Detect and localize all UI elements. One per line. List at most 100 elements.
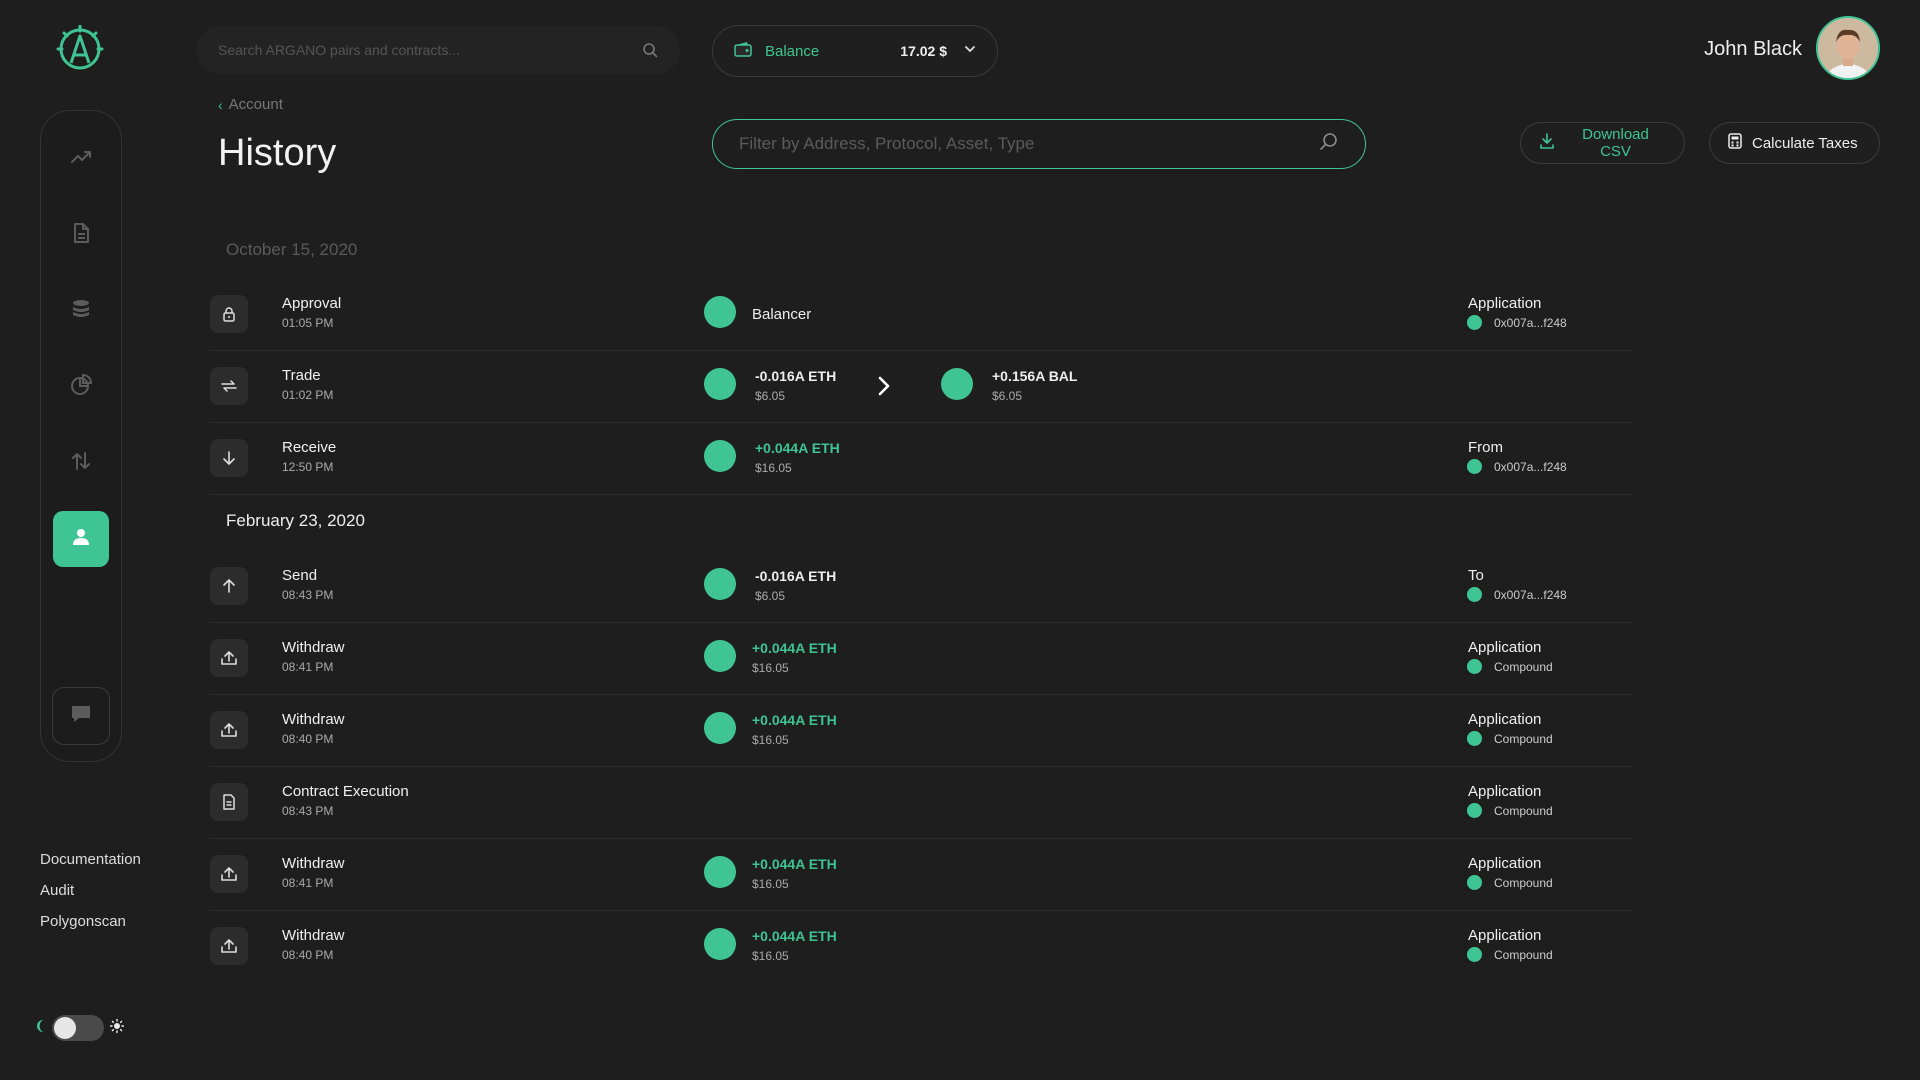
tx-time: 12:50 PM [282, 460, 334, 474]
history-filter [712, 119, 1366, 169]
upload-icon [210, 855, 248, 893]
breadcrumb[interactable]: ‹ Account [218, 96, 283, 113]
token-logo [704, 368, 736, 400]
history-row[interactable]: Contract Execution 08:43 PM Application … [210, 767, 1632, 839]
counterparty-dot [1467, 459, 1482, 474]
tx-type: Withdraw [282, 711, 345, 728]
tx-type: Withdraw [282, 639, 345, 656]
calculate-taxes-button[interactable]: Calculate Taxes [1709, 122, 1880, 164]
upload-icon [210, 711, 248, 749]
history-row[interactable]: Withdraw 08:40 PM +0.044A ETH $16.05 App… [210, 911, 1632, 983]
counterparty-value[interactable]: Compound [1467, 803, 1553, 818]
counterparty-name: Compound [1494, 731, 1553, 746]
counterparty-address: 0x007a...f248 [1494, 587, 1567, 602]
link-documentation[interactable]: Documentation [40, 850, 141, 869]
date-header: October 15, 2020 [226, 240, 358, 259]
upload-icon [210, 639, 248, 677]
amount: +0.044A ETH [752, 928, 837, 944]
search-icon[interactable] [642, 42, 658, 58]
token-logo [704, 856, 736, 888]
amount: +0.044A ETH [752, 856, 837, 872]
counterparty-name: Compound [1494, 659, 1553, 674]
history-row[interactable]: Approval 01:05 PM Balancer Application 0… [210, 279, 1632, 351]
counterparty-value[interactable]: 0x007a...f248 [1467, 459, 1567, 474]
counterparty-label: To [1468, 567, 1484, 584]
theme-switch[interactable] [52, 1015, 104, 1041]
history-row[interactable]: Send 08:43 PM -0.016A ETH $6.05 To 0x007… [210, 551, 1632, 623]
counterparty-dot [1467, 875, 1482, 890]
counterparty-value[interactable]: 0x007a...f248 [1467, 315, 1567, 330]
counterparty-address: 0x007a...f248 [1494, 315, 1567, 330]
counterparty-label: Application [1468, 711, 1542, 728]
link-audit[interactable]: Audit [40, 881, 141, 900]
counterparty-label: Application [1468, 927, 1542, 944]
amount: +0.044A ETH [752, 712, 837, 728]
calculator-icon [1728, 133, 1742, 153]
counterparty-name: Compound [1494, 875, 1553, 890]
search-icon[interactable] [1319, 132, 1339, 157]
nav-item-portfolio[interactable] [53, 359, 109, 415]
chat-button[interactable] [52, 687, 110, 745]
user-avatar[interactable] [1816, 16, 1880, 80]
from-usd: $6.05 [755, 389, 786, 403]
argano-logo[interactable] [56, 24, 104, 73]
to-amount: +0.156A BAL [992, 368, 1078, 384]
history-filter-input[interactable] [739, 134, 1319, 154]
tx-type: Withdraw [282, 855, 345, 872]
user-name[interactable]: John Black [1704, 38, 1802, 61]
link-polygonscan[interactable]: Polygonscan [40, 912, 141, 931]
download-csv-button[interactable]: Download CSV [1520, 122, 1685, 164]
counterparty-address: 0x007a...f248 [1494, 459, 1567, 474]
nav-item-analytics[interactable] [53, 131, 109, 187]
counterparty-name: Compound [1494, 947, 1553, 962]
history-row[interactable]: Trade 01:02 PM -0.016A ETH $6.05 +0.156A… [210, 351, 1632, 423]
counterparty-value[interactable]: Compound [1467, 731, 1553, 746]
protocol-name: Balancer [752, 306, 812, 323]
counterparty-dot [1467, 947, 1482, 962]
download-icon [1539, 133, 1555, 153]
tx-time: 08:43 PM [282, 588, 334, 602]
history-row[interactable]: Receive 12:50 PM +0.044A ETH $16.05 From… [210, 423, 1632, 495]
page-title: History [218, 132, 337, 174]
token-logo [941, 368, 973, 400]
global-search-input[interactable] [218, 42, 642, 58]
history-row[interactable]: Withdraw 08:41 PM +0.044A ETH $16.05 App… [210, 839, 1632, 911]
tx-time: 01:05 PM [282, 316, 334, 330]
sun-icon [109, 1018, 125, 1038]
balance-label: Balance [765, 42, 820, 60]
nav-item-assets[interactable] [53, 283, 109, 339]
balance-dropdown[interactable]: Balance 17.02 $ [712, 25, 998, 77]
amount-usd: $6.05 [755, 589, 786, 603]
pie-chart-icon [69, 373, 93, 402]
chevron-left-icon: ‹ [218, 96, 223, 113]
counterparty-dot [1467, 587, 1482, 602]
amount-usd: $16.05 [752, 877, 789, 891]
amount: +0.044A ETH [752, 640, 837, 656]
history-row[interactable]: Withdraw 08:41 PM +0.044A ETH $16.05 App… [210, 623, 1632, 695]
tx-time: 01:02 PM [282, 388, 334, 402]
nav-item-transfers[interactable] [53, 435, 109, 491]
sidebar-nav [40, 110, 122, 762]
counterparty-value[interactable]: Compound [1467, 659, 1553, 674]
chat-icon [70, 704, 92, 729]
arrow-down-icon [210, 439, 248, 477]
to-usd: $6.05 [992, 389, 1023, 403]
swap-icon [210, 367, 248, 405]
nav-item-account[interactable] [53, 511, 109, 567]
tx-type: Contract Execution [282, 783, 409, 800]
nav-item-contracts[interactable] [53, 207, 109, 263]
protocol-logo [704, 296, 736, 328]
tx-time: 08:41 PM [282, 876, 334, 890]
amount-usd: $16.05 [752, 661, 789, 675]
footer-links: Documentation Audit Polygonscan [40, 850, 141, 943]
transfer-arrows-icon [69, 449, 93, 478]
chevron-right-icon [876, 375, 892, 402]
counterparty-name: Compound [1494, 803, 1553, 818]
tx-type: Withdraw [282, 927, 345, 944]
counterparty-value[interactable]: 0x007a...f248 [1467, 587, 1567, 602]
counterparty-value[interactable]: Compound [1467, 875, 1553, 890]
tx-time: 08:40 PM [282, 948, 334, 962]
history-row[interactable]: Withdraw 08:40 PM +0.044A ETH $16.05 App… [210, 695, 1632, 767]
counterparty-label: Application [1468, 855, 1542, 872]
counterparty-value[interactable]: Compound [1467, 947, 1553, 962]
